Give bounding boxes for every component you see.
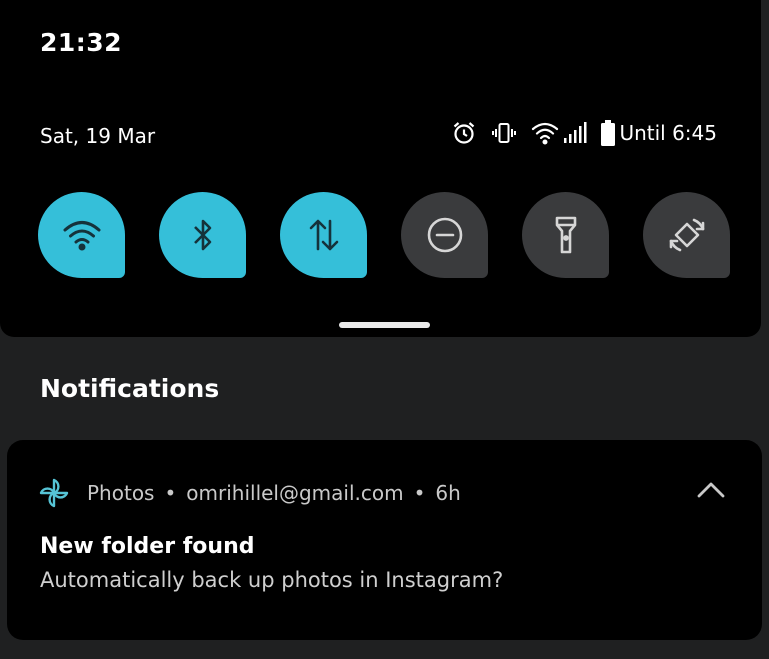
notification-body: Automatically back up photos in Instagra…	[40, 568, 504, 592]
flashlight-icon	[555, 216, 576, 254]
battery-icon	[601, 120, 616, 146]
collapse-button[interactable]	[696, 480, 726, 504]
wifi-signal-icon	[531, 121, 559, 145]
notification-time: 6h	[435, 481, 461, 505]
tile-flashlight[interactable]	[522, 192, 609, 278]
tile-wifi[interactable]	[38, 192, 125, 278]
cell-signal-icon	[563, 121, 587, 145]
panel-drag-handle[interactable]	[339, 322, 430, 328]
separator-dot: •	[413, 481, 426, 505]
notifications-heading: Notifications	[40, 374, 220, 403]
mobile-data-icon	[309, 219, 338, 251]
bluetooth-icon	[193, 219, 211, 251]
quick-settings-tiles	[38, 192, 730, 278]
tile-mobile-data[interactable]	[280, 192, 367, 278]
chevron-up-icon	[697, 482, 725, 498]
tile-auto-rotate[interactable]	[643, 192, 730, 278]
battery-status: Until 6:45	[601, 120, 717, 146]
notification-header: Photos • omrihillel@gmail.com • 6h	[37, 476, 461, 510]
notification-title: New folder found	[40, 534, 255, 559]
auto-rotate-icon	[669, 218, 704, 252]
battery-text: Until 6:45	[619, 121, 717, 145]
date-label[interactable]: Sat, 19 Mar	[40, 124, 155, 148]
status-clock: 21:32	[40, 28, 123, 57]
tile-do-not-disturb[interactable]	[401, 192, 488, 278]
alarm-icon	[451, 120, 477, 146]
notification-card[interactable]: Photos • omrihillel@gmail.com • 6h New f…	[7, 440, 762, 640]
quick-settings-panel: 21:32 Sat, 19 Mar Until 6:45	[0, 0, 761, 337]
status-icons: Until 6:45	[451, 120, 717, 146]
vibrate-icon	[491, 120, 517, 146]
do-not-disturb-icon	[427, 217, 462, 253]
notification-account: omrihillel@gmail.com	[186, 481, 404, 505]
wifi-icon	[63, 221, 100, 251]
notification-app-name: Photos	[87, 481, 155, 505]
separator-dot: •	[164, 481, 177, 505]
tile-bluetooth[interactable]	[159, 192, 246, 278]
photos-pinwheel-icon	[39, 478, 69, 508]
